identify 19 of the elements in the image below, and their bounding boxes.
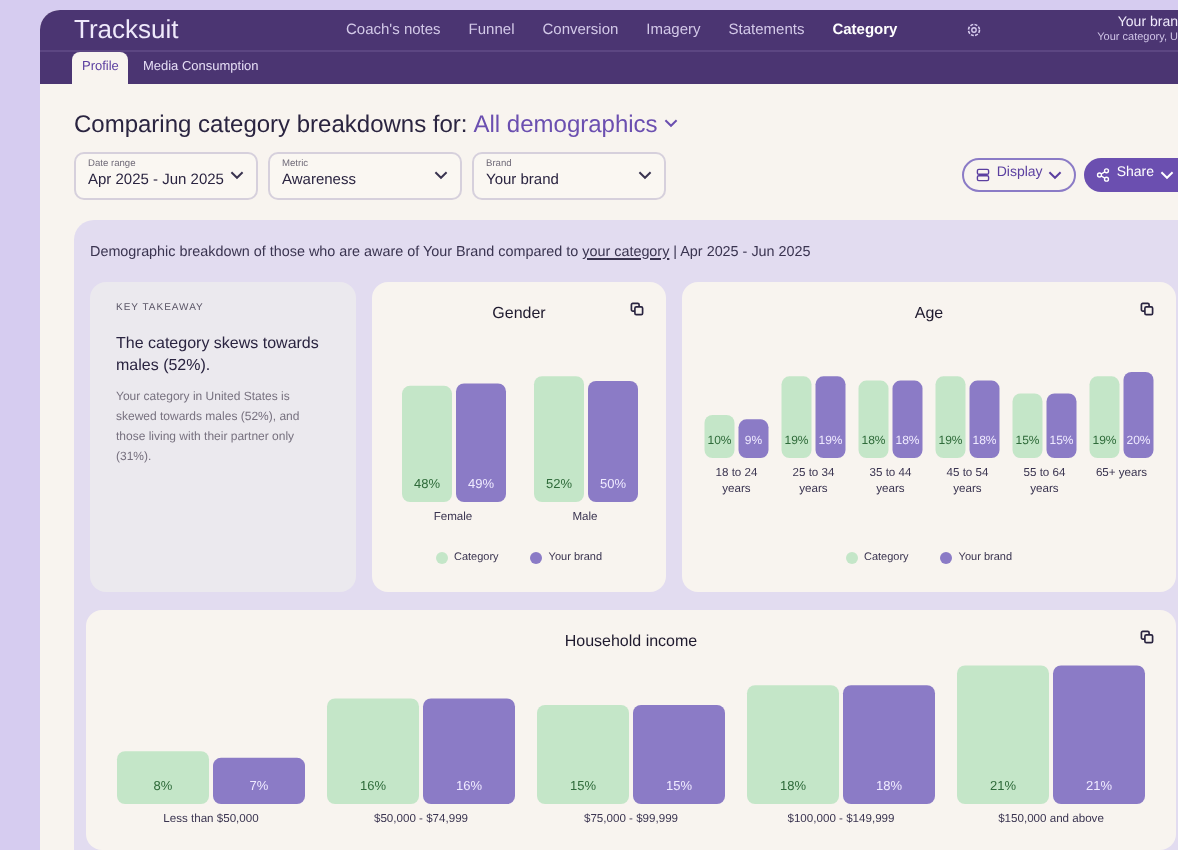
app-logo[interactable]: Tracksuit — [74, 10, 334, 49]
caret-icon — [1160, 170, 1174, 180]
caret-icon — [638, 170, 652, 180]
copy-icon[interactable] — [1140, 301, 1154, 315]
chart-title: Age — [914, 301, 944, 325]
share-icon — [1096, 168, 1111, 182]
caret-icon — [1048, 170, 1063, 180]
chart-title: Household income — [564, 629, 698, 653]
settings-icon[interactable] — [965, 21, 982, 38]
caret-icon — [434, 170, 448, 180]
takeaway-headline: The category skews towards males (52%). — [116, 332, 321, 376]
demographics-dropdown[interactable]: All demographics — [473, 105, 678, 141]
caret-icon — [230, 170, 244, 180]
layers-icon — [976, 168, 991, 182]
caret-icon — [663, 118, 678, 128]
page-heading: Comparing category breakdowns for: — [74, 107, 468, 141]
copy-icon[interactable] — [1140, 629, 1154, 643]
chart-title: Gender — [492, 301, 546, 325]
copy-icon[interactable] — [630, 301, 644, 315]
